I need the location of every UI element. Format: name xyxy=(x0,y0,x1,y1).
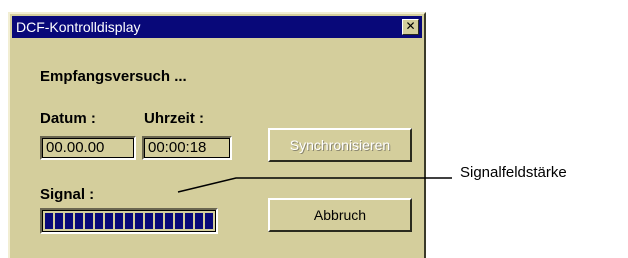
signal-strength-annotation: Signalfeldstärke xyxy=(460,164,567,181)
callout-line-path xyxy=(177,177,452,193)
callout-leader-line xyxy=(177,177,452,193)
